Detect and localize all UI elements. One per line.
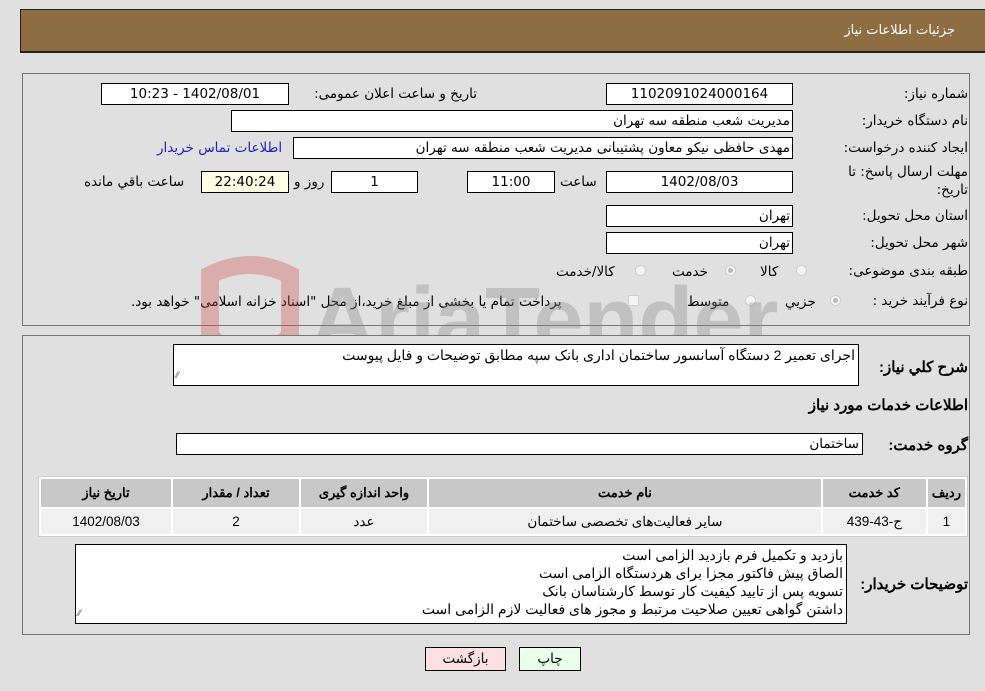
cell-quantity: 2 (173, 509, 299, 534)
description-textarea[interactable]: اجرای تعمیر 2 دستگاه آسانسور ساختمان ادا… (173, 344, 859, 386)
city-label: شهر محل تحویل: (870, 235, 968, 251)
deadline-label-line1: مهلت ارسال پاسخ: تا (848, 164, 968, 180)
need-number-label: شماره نیاز: (903, 86, 968, 102)
category-option-goods-service: کالا/خدمت (556, 264, 615, 280)
table-row: 1 ج-43-439 سایر فعالیت‌های تخصصی ساختمان… (41, 509, 965, 534)
purchase-type-radio-minor[interactable] (830, 295, 841, 306)
category-label: طبقه بندی موضوعی: (848, 263, 968, 279)
header-need-date: تاریخ نیاز (41, 479, 171, 507)
cell-service-name: سایر فعالیت‌های تخصصی ساختمان (429, 509, 821, 534)
cell-row-number: 1 (927, 509, 965, 534)
buyer-contact-link[interactable]: اطلاعات تماس خریدار (157, 140, 282, 156)
service-group-label: گروه خدمت: (888, 437, 968, 454)
category-radio-goods[interactable] (796, 265, 807, 276)
page-title: جزئیات اطلاعات نیاز (844, 23, 955, 38)
announce-datetime-field[interactable]: 1402/08/01 - 10:23 (101, 83, 289, 105)
page-header: جزئیات اطلاعات نیاز (20, 9, 985, 53)
purchase-type-option-minor: جزيي (785, 294, 816, 310)
time-remaining-field: 22:40:24 (201, 171, 289, 193)
buyer-note-line: الصاق پیش فاکتور مجزا برای هردستگاه الزا… (538, 565, 843, 581)
purchase-type-radio-medium[interactable] (745, 295, 756, 306)
purchase-type-label: نوع فرآیند خرید : (872, 293, 968, 309)
days-remaining-field: 1 (331, 171, 418, 193)
announce-datetime-label: تاریخ و ساعت اعلان عمومی: (314, 86, 477, 102)
header-service-name: نام خدمت (429, 479, 821, 507)
back-button[interactable]: بازگشت (425, 647, 506, 671)
buyer-note-line: داشتن گواهی تعیین صلاحیت مرتبط و مجوز ها… (421, 601, 843, 617)
city-field[interactable]: تهران (606, 232, 793, 254)
header-quantity: تعداد / مقدار (173, 479, 299, 507)
time-remaining-label: ساعت باقي مانده (84, 174, 185, 190)
days-label: روز و (294, 174, 325, 190)
description-label: شرح کلي نياز: (879, 359, 968, 376)
header-unit: واحد اندازه گیری (301, 479, 427, 507)
description-text: اجرای تعمیر 2 دستگاه آسانسور ساختمان ادا… (342, 347, 855, 363)
deadline-date-field[interactable]: 1402/08/03 (606, 171, 793, 193)
buyer-notes-label: توضیحات خریدار: (860, 576, 968, 593)
services-section-title: اطلاعات خدمات مورد نیاز (808, 397, 968, 414)
deadline-time-field[interactable]: 11:00 (467, 171, 555, 193)
category-option-goods: کالا (760, 264, 779, 280)
need-number-field[interactable]: 1102091024000164 (606, 83, 793, 105)
province-label: استان محل تحویل: (862, 208, 968, 224)
buyer-org-field[interactable]: مدیریت شعب منطقه سه تهران (231, 110, 793, 132)
print-button[interactable]: چاپ (519, 647, 581, 671)
category-radio-goods-service[interactable] (635, 265, 646, 276)
resize-grip-icon[interactable]: ⁄⁄ (176, 366, 179, 384)
service-group-field[interactable]: ساختمان (176, 433, 863, 455)
buyer-note-line: تسویه پس از تایید کیفیت کار توسط کارشناس… (542, 583, 843, 599)
header-row-number: ردیف (927, 479, 965, 507)
deadline-time-label: ساعت (560, 174, 597, 190)
resize-grip-icon[interactable]: ⁄⁄ (78, 604, 81, 622)
services-table: ردیف کد خدمت نام خدمت واحد اندازه گیری ت… (38, 476, 968, 537)
category-radio-service[interactable] (725, 265, 736, 276)
services-table-header-row: ردیف کد خدمت نام خدمت واحد اندازه گیری ت… (41, 479, 965, 507)
cell-unit: عدد (301, 509, 427, 534)
buyer-note-line: بازدید و تکمیل فرم بازدید الزامی است (622, 547, 843, 563)
cell-service-code: ج-43-439 (822, 509, 926, 534)
requester-label: ایجاد کننده درخواست: (843, 140, 968, 156)
header-service-code: کد خدمت (822, 479, 926, 507)
province-field[interactable]: تهران (606, 205, 793, 227)
treasury-checkbox[interactable] (628, 295, 639, 306)
buyer-org-label: نام دستگاه خریدار: (861, 113, 968, 129)
cell-need-date: 1402/08/03 (41, 509, 171, 534)
requester-field[interactable]: مهدی حافظی نیکو معاون پشتیبانی مدیریت شع… (293, 137, 793, 159)
treasury-note: پرداخت تمام یا بخشی از مبلغ خرید،از محل … (131, 294, 562, 310)
buyer-notes-textarea[interactable]: بازدید و تکمیل فرم بازدید الزامی است الص… (75, 544, 847, 624)
category-option-service: خدمت (672, 264, 708, 280)
deadline-label-line2: تاریخ: (936, 182, 968, 198)
purchase-type-option-medium: متوسط (687, 294, 730, 310)
